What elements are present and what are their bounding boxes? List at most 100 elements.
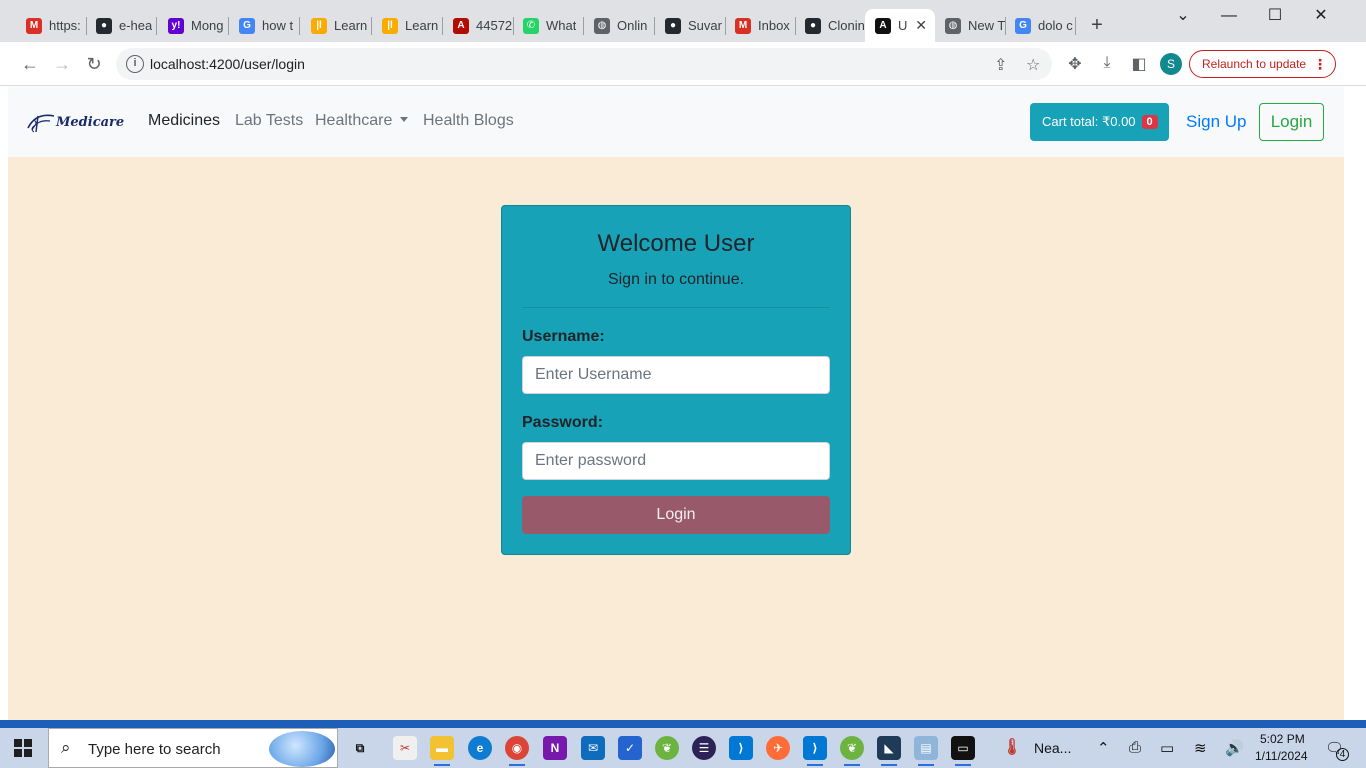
tab-title: how t bbox=[262, 18, 294, 33]
vscode-icon[interactable]: ⟩ bbox=[729, 736, 753, 760]
cart-total-label: Cart total: ₹0.00 bbox=[1042, 114, 1136, 129]
tab-title: Onlin bbox=[617, 18, 648, 33]
task-view-icon[interactable]: ⧉ bbox=[348, 736, 372, 760]
nav-link-healthcare[interactable]: Healthcare bbox=[315, 112, 409, 130]
notepad-icon[interactable]: ▤ bbox=[914, 736, 938, 766]
side-panel-icon[interactable]: ◧ bbox=[1129, 54, 1149, 74]
profile-avatar[interactable]: S bbox=[1160, 53, 1182, 75]
clock-date[interactable]: 1/11/2024 bbox=[1255, 749, 1308, 763]
postman-icon[interactable]: ✈ bbox=[766, 736, 790, 760]
browser-tab[interactable]: ● Suvar bbox=[655, 9, 725, 42]
signup-link[interactable]: Sign Up bbox=[1186, 112, 1246, 132]
nav-link-medicines[interactable]: Medicines bbox=[148, 112, 220, 130]
browser-tab[interactable]: ● e-hea bbox=[86, 9, 156, 42]
taskbar-search[interactable]: ⌕ Type here to search bbox=[48, 728, 338, 768]
login-title: Welcome User bbox=[597, 230, 755, 257]
windows-start-icon[interactable] bbox=[14, 739, 32, 757]
spring-tool-icon-2[interactable]: ❦ bbox=[840, 736, 864, 766]
tab-search-chevron-icon[interactable]: ⌄ bbox=[1160, 4, 1206, 28]
reload-button[interactable]: ↻ bbox=[82, 52, 106, 76]
angular-icon: A bbox=[875, 17, 891, 34]
onenote-icon[interactable]: N bbox=[543, 736, 567, 760]
chrome-icon[interactable]: ◉ bbox=[505, 736, 529, 766]
volume-icon[interactable]: 🔊 bbox=[1225, 739, 1244, 757]
file-explorer-icon[interactable]: ▬ bbox=[430, 736, 454, 766]
eclipse-icon[interactable]: ☰ bbox=[692, 736, 716, 760]
show-hidden-icons-chevron-icon[interactable]: ⌃ bbox=[1097, 739, 1110, 757]
caduceus-icon bbox=[27, 114, 55, 133]
back-button[interactable]: ← bbox=[18, 52, 42, 76]
pdf-icon: A bbox=[453, 17, 469, 34]
site-navbar: Medicare Medicines Lab Tests Healthcare … bbox=[8, 87, 1344, 157]
close-tab-icon[interactable]: ✕ bbox=[915, 17, 927, 34]
tab-title: Suvar bbox=[688, 18, 722, 33]
brand-logo[interactable]: Medicare bbox=[24, 109, 124, 135]
mail-icon[interactable]: ✉ bbox=[581, 736, 605, 760]
menu-dots-icon[interactable]: ⋮ bbox=[1313, 51, 1327, 77]
battery-icon[interactable]: ▭ bbox=[1160, 739, 1174, 757]
page-viewport: Medicare Medicines Lab Tests Healthcare … bbox=[8, 87, 1344, 720]
snipping-tool-icon[interactable]: ✂ bbox=[393, 736, 417, 760]
mysql-workbench-icon[interactable]: ◣ bbox=[877, 736, 901, 766]
tab-title: Learn bbox=[334, 18, 368, 33]
browser-tab[interactable]: y! Mong bbox=[158, 9, 228, 42]
extensions-icon[interactable]: ✥ bbox=[1065, 54, 1085, 74]
nav-link-health-blogs[interactable]: Health Blogs bbox=[423, 112, 514, 130]
share-icon[interactable]: ⇪ bbox=[994, 55, 1007, 75]
browser-tab[interactable]: |l Learn bbox=[372, 9, 442, 42]
browser-tab[interactable]: Ghow t bbox=[229, 9, 299, 42]
browser-tab[interactable]: M Inbox bbox=[725, 9, 795, 42]
meet-now-icon[interactable]: ⎙ bbox=[1129, 739, 1141, 756]
browser-tab[interactable]: |l Learn bbox=[301, 9, 371, 42]
download-icon[interactable]: ⤓ bbox=[1097, 54, 1117, 72]
edge-icon[interactable]: e bbox=[468, 736, 492, 760]
browser-window: + ⌄ — ☐ ✕ Mhttps: ● e-hea y! Mong Ghow t |l Lea… bbox=[0, 0, 1366, 720]
nav-link-healthcare-label: Healthcare bbox=[315, 112, 393, 129]
maximize-button[interactable]: ☐ bbox=[1252, 4, 1298, 28]
browser-tab[interactable]: Gdolo c bbox=[1005, 9, 1075, 42]
weather-label[interactable]: Nea... bbox=[1034, 740, 1071, 756]
clock-time[interactable]: 5:02 PM bbox=[1260, 732, 1305, 746]
password-input[interactable] bbox=[522, 442, 830, 480]
address-bar[interactable]: i localhost:4200/user/login ⇪ ☆ bbox=[116, 48, 1052, 80]
login-submit-button[interactable]: Login bbox=[522, 496, 830, 534]
todo-icon[interactable]: ✓ bbox=[618, 736, 642, 760]
cart-button[interactable]: Cart total: ₹0.00 0 bbox=[1030, 103, 1169, 141]
globe-icon: ◍ bbox=[945, 17, 961, 34]
terminal-icon[interactable]: ▭ bbox=[951, 736, 975, 766]
browser-tab[interactable]: ◍ Onlin bbox=[584, 9, 654, 42]
login-subtitle: Sign in to continue. bbox=[607, 271, 745, 288]
relaunch-button[interactable]: Relaunch to update ⋮ bbox=[1189, 50, 1336, 78]
search-highlight-image bbox=[269, 731, 335, 767]
dropdown-caret-icon bbox=[400, 117, 409, 122]
new-tab-button[interactable]: + bbox=[1086, 14, 1108, 36]
login-card: Welcome User Sign in to continue. Userna… bbox=[501, 205, 851, 555]
spring-tool-icon[interactable]: ❦ bbox=[655, 736, 679, 760]
wifi-icon[interactable]: ≋ bbox=[1194, 739, 1207, 757]
browser-tab[interactable]: Mhttps: bbox=[16, 9, 86, 42]
google-icon: G bbox=[239, 17, 255, 34]
nav-link-lab-tests[interactable]: Lab Tests bbox=[235, 112, 303, 130]
password-label: Password: bbox=[522, 414, 603, 431]
username-input[interactable] bbox=[522, 356, 830, 394]
tab-title: Learn bbox=[405, 18, 439, 33]
browser-tab[interactable]: ● Clonin bbox=[795, 9, 865, 42]
browser-tab[interactable]: ✆ What bbox=[513, 9, 583, 42]
tab-title: https: bbox=[49, 18, 81, 33]
github-icon: ● bbox=[805, 17, 821, 34]
site-info-icon[interactable]: i bbox=[126, 55, 144, 73]
navbar-login-button[interactable]: Login bbox=[1259, 103, 1324, 141]
browser-tab[interactable]: ◍ New T bbox=[935, 9, 1005, 42]
bookmark-star-icon[interactable]: ☆ bbox=[1026, 55, 1040, 75]
minimize-button[interactable]: — bbox=[1206, 4, 1252, 28]
browser-toolbar: ← → ↻ i localhost:4200/user/login ⇪ ☆ ✥ … bbox=[0, 42, 1366, 86]
weather-thermometer-icon[interactable]: 🌡 bbox=[1000, 736, 1024, 760]
browser-tab[interactable]: A U ✕ bbox=[865, 9, 935, 42]
tab-title: What bbox=[546, 18, 577, 33]
close-window-button[interactable]: ✕ bbox=[1298, 4, 1344, 28]
browser-tab[interactable]: A 44572 bbox=[443, 9, 513, 42]
tab-title: 44572 bbox=[476, 18, 513, 33]
forward-button[interactable]: → bbox=[50, 52, 74, 76]
vscode-icon-2[interactable]: ⟩ bbox=[803, 736, 827, 766]
cart-count-badge: 0 bbox=[1141, 115, 1158, 129]
